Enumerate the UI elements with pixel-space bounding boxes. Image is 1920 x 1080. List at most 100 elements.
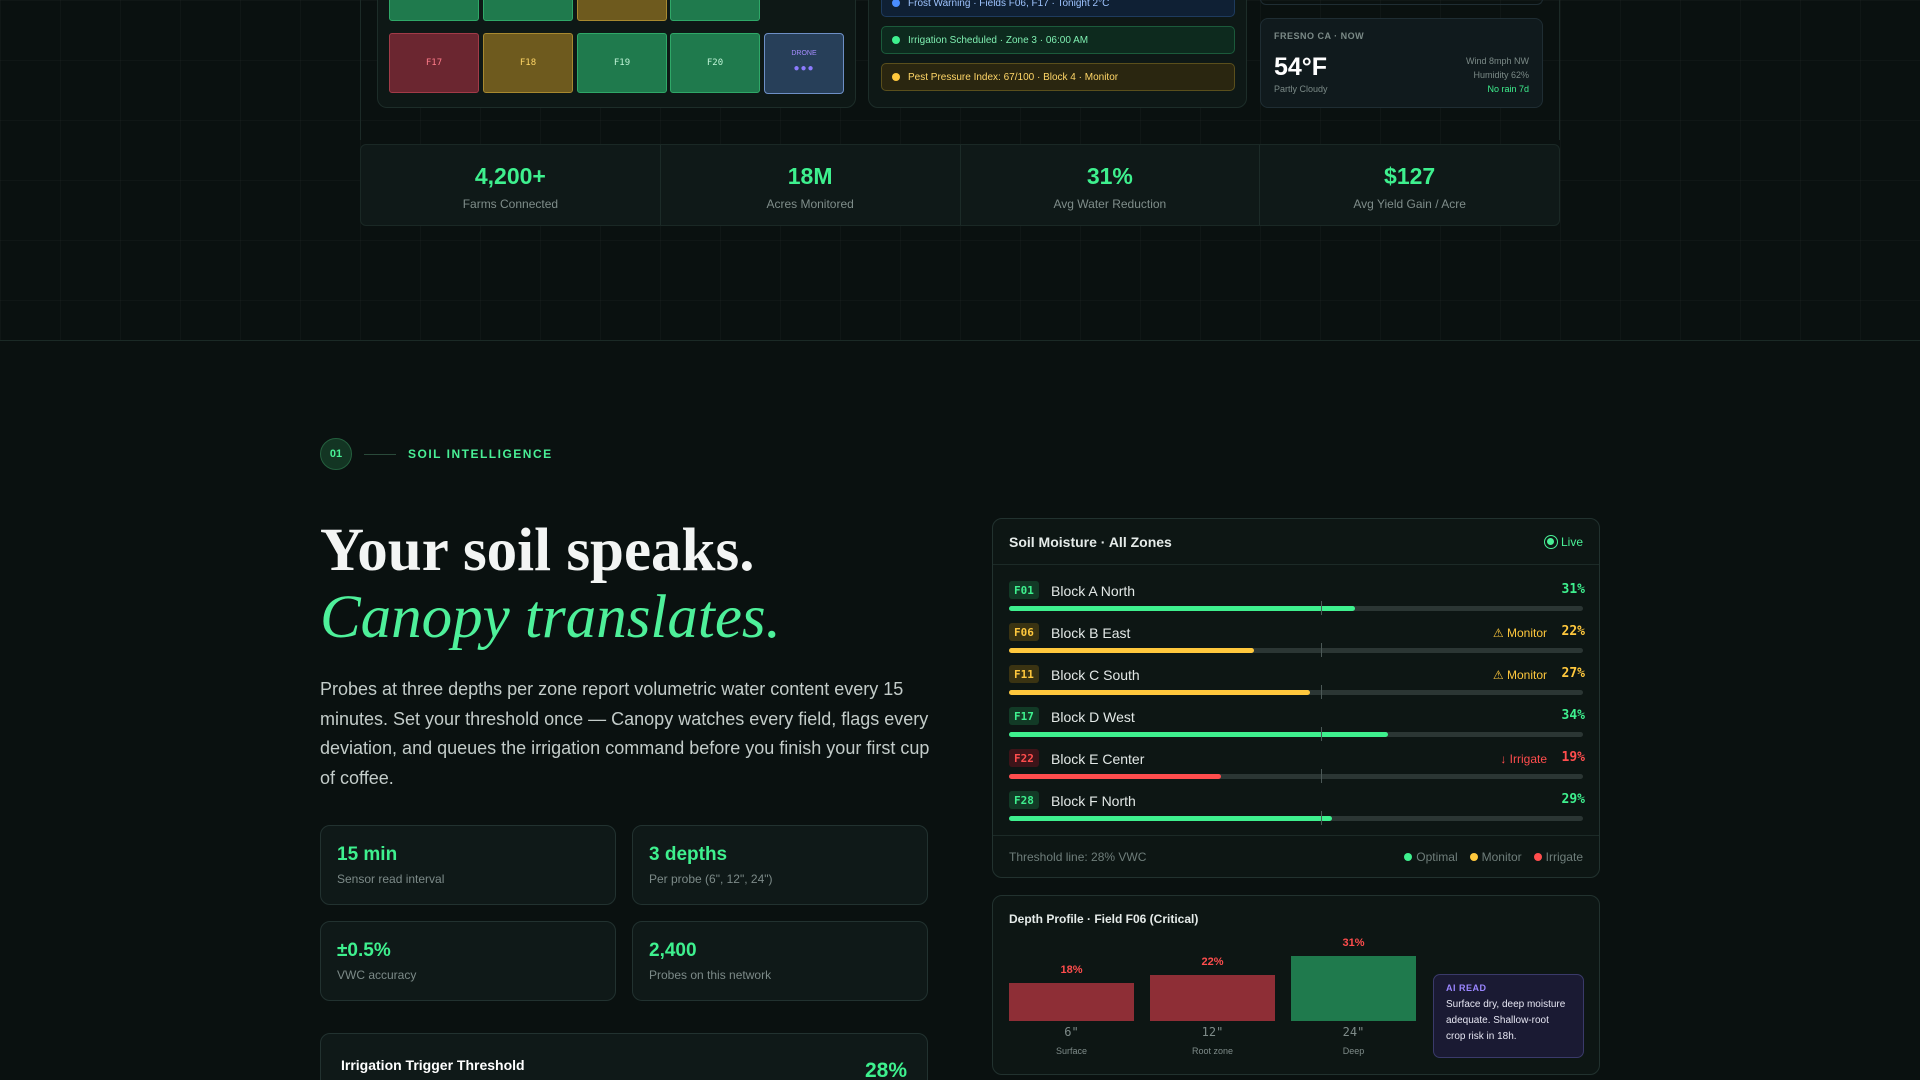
zone-row[interactable]: F22 Block E Center ↓ Irrigate 19% (1009, 749, 1585, 787)
section-description: Probes at three depths per zone report v… (320, 679, 930, 788)
alert-item[interactable]: Irrigation Scheduled · Zone 3 · 06:00 AM (881, 26, 1235, 54)
field-plot[interactable] (483, 0, 573, 21)
zone-name: Block F North (1051, 793, 1136, 809)
mini-stat-label: Sensor read interval (337, 872, 445, 886)
field-plot[interactable] (577, 0, 667, 21)
field-plot[interactable]: F20 (670, 33, 760, 93)
field-plot[interactable]: F19 (577, 33, 667, 93)
depth-label: 24" (1342, 1025, 1365, 1039)
stat-label: Farms Connected (462, 197, 559, 211)
threshold-marker (1321, 643, 1323, 657)
alert-text: Frost Warning · Fields F06, F17 · Tonigh… (908, 0, 1110, 9)
zone-code: F17 (1009, 707, 1039, 725)
zone-name: Block E Center (1051, 751, 1145, 767)
irrigation-trigger-card[interactable]: Irrigation Trigger Threshold 28% (320, 1033, 928, 1080)
alert-text: Irrigation Scheduled · Zone 3 · 06:00 AM (908, 34, 1089, 46)
soil-moisture-panel: Soil Moisture · All Zones Live Threshold… (992, 518, 1600, 878)
live-indicator[interactable]: Live (1543, 534, 1583, 549)
mini-stat-interval: 15 min Sensor read interval (320, 825, 616, 905)
zone-row[interactable]: F06 Block B East ⚠ Monitor 22% (1009, 623, 1585, 661)
stat-value: 4,200+ (474, 163, 546, 189)
weather-temp: 54°F (1274, 53, 1328, 81)
zone-percent: 27% (1561, 666, 1585, 681)
zone-percent: 22% (1561, 624, 1585, 639)
depth-zone-label: Root zone (1191, 1046, 1234, 1056)
threshold-marker (1321, 769, 1323, 783)
depth-label: 6" (1064, 1025, 1079, 1039)
drone-label: DRONE (791, 50, 817, 57)
mini-stat-value: 15 min (337, 844, 398, 865)
mini-stat-label: Probes on this network (649, 968, 772, 982)
ai-text: Surface dry, deep moisture adequate. Sha… (1446, 999, 1566, 1042)
panel-title: Soil Moisture · All Zones (1009, 533, 1172, 550)
drone-marker[interactable]: DRONE ●●● (764, 33, 844, 94)
zone-percent: 19% (1561, 750, 1585, 765)
zone-status: ⚠ Monitor (1492, 668, 1547, 682)
stat-label: Avg Water Reduction (1053, 197, 1167, 211)
stat-farms: 4,200+ Farms Connected (361, 145, 661, 225)
headline-emphasis: Canopy translates. (320, 584, 781, 651)
stat-label: Acres Monitored (766, 197, 854, 211)
field-plot[interactable]: F18 (483, 33, 573, 93)
trigger-value: 28% (864, 1059, 907, 1080)
zone-code: F06 (1009, 623, 1039, 641)
depth-column: 18% 6" Surface (1009, 896, 1134, 1076)
zone-name: Block D West (1051, 709, 1135, 725)
legend: Optimal Monitor Irrigate (1404, 850, 1583, 864)
field-plot[interactable] (389, 0, 479, 21)
depth-column: 22% 12" Root zone (1150, 896, 1275, 1076)
threshold-note: Threshold line: 28% VWC (1009, 849, 1147, 864)
zone-name: Block B East (1051, 625, 1131, 641)
depth-zone-label: Surface (1055, 1046, 1088, 1056)
zone-code: F01 (1009, 581, 1039, 599)
depth-profile-card: Depth Profile · Field F06 (Critical) AI … (992, 895, 1600, 1075)
zone-percent: 34% (1561, 708, 1585, 723)
depth-label: 12" (1201, 1025, 1224, 1039)
alert-item[interactable]: Pest Pressure Index: 67/100 · Block 4 · … (881, 63, 1235, 91)
depth-percent: 31% (1342, 936, 1365, 949)
legend-item: Optimal (1404, 850, 1458, 864)
zone-row[interactable]: F01 Block A North 31% (1009, 581, 1585, 619)
weather-location: FRESNO CA · NOW (1274, 31, 1365, 41)
section-divider (0, 340, 1920, 341)
weather-condition: Partly Cloudy (1274, 84, 1328, 94)
zone-row[interactable]: F17 Block D West 34% (1009, 707, 1585, 745)
mini-stat-accuracy: ±0.5% VWC accuracy (320, 921, 616, 1001)
field-plot[interactable] (670, 0, 760, 21)
mini-stat-probes: 2,400 Probes on this network (632, 921, 928, 1001)
depth-percent: 22% (1201, 955, 1224, 968)
zone-code: F11 (1009, 665, 1039, 683)
mini-stat-label: VWC accuracy (337, 968, 417, 982)
legend-label: Irrigate (1545, 849, 1583, 864)
alert-dot-icon (892, 0, 900, 7)
field-map-card: F20 F19 F18 F17 DRONE ●●● (377, 0, 856, 108)
weather-wind: Wind 8mph NW (1465, 56, 1529, 66)
depth-percent: 18% (1060, 964, 1083, 977)
mini-stat-label: Per probe (6", 12", 24") (649, 872, 773, 886)
live-label: Live (1560, 534, 1583, 549)
drone-status-dots: ●●● (793, 63, 815, 74)
moisture-track (1009, 732, 1583, 737)
zone-name: Block C South (1051, 667, 1140, 683)
moisture-track (1009, 774, 1583, 779)
threshold-marker (1321, 601, 1323, 615)
weather-top-card (1260, 0, 1543, 5)
zone-row[interactable]: F28 Block F North 29% (1009, 791, 1585, 829)
zone-percent: 29% (1561, 792, 1585, 807)
stat-acres: 18M Acres Monitored (661, 145, 961, 225)
moisture-bar (1009, 774, 1221, 779)
depth-bar (1150, 974, 1275, 1021)
alert-item[interactable]: Frost Warning · Fields F06, F17 · Tonigh… (881, 0, 1235, 17)
trigger-title: Irrigation Trigger Threshold (341, 1057, 525, 1073)
field-plot[interactable]: F17 (389, 33, 479, 93)
legend-dot-icon (1469, 852, 1478, 861)
moisture-bar (1009, 816, 1333, 821)
section-number: 01 (320, 438, 352, 470)
ai-read-card: AI READ Surface dry, deep moisture adequ… (1433, 974, 1584, 1058)
moisture-track (1009, 690, 1583, 695)
moisture-track (1009, 816, 1583, 821)
stat-value: $127 (1384, 163, 1436, 189)
section-line (364, 454, 396, 455)
zone-row[interactable]: F11 Block C South ⚠ Monitor 27% (1009, 665, 1585, 703)
alert-dot-icon (892, 73, 900, 81)
